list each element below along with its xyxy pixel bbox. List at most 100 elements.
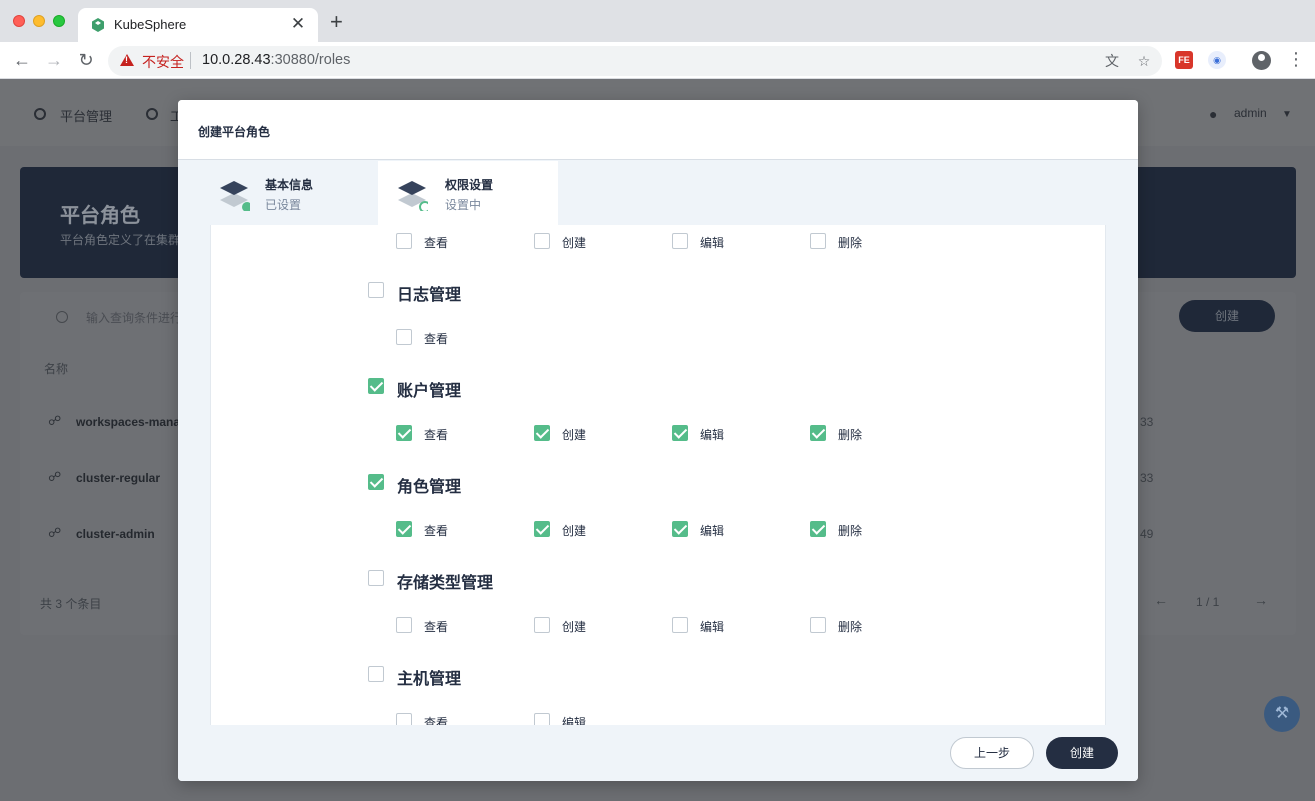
table-row: cluster-regular: [76, 471, 161, 485]
translate-icon[interactable]: 文: [1104, 53, 1120, 69]
group-checkbox-account[interactable]: [368, 378, 384, 394]
modal-footer: 上一步 创建: [178, 725, 1138, 781]
perm-checkbox[interactable]: [672, 425, 688, 441]
minimize-window-button[interactable]: [33, 15, 45, 27]
group-title-host: 主机管理: [397, 671, 462, 688]
url-separator: [190, 52, 191, 69]
perm-checkbox[interactable]: [810, 425, 826, 441]
column-name: 名称: [44, 362, 69, 376]
row-time: 33: [1140, 415, 1154, 429]
total-count: 共 3 个条目: [40, 597, 102, 611]
perm-checkbox[interactable]: [396, 425, 412, 441]
background-create-button: 创建: [1179, 300, 1275, 332]
page-indicator: 1 / 1: [1196, 595, 1220, 609]
perm-label: 查看: [424, 236, 449, 250]
browser-menu-icon[interactable]: ⋮: [1287, 49, 1305, 69]
profile-avatar-icon[interactable]: [1252, 51, 1271, 70]
prev-page-icon: ←: [1154, 592, 1168, 608]
url-text: 10.0.28.43:30880/roles: [202, 52, 350, 68]
row-time: 33: [1140, 471, 1154, 485]
perm-checkbox[interactable]: [534, 521, 550, 537]
back-arrow-icon[interactable]: ←: [12, 51, 32, 71]
step-status: 已设置: [265, 198, 302, 212]
toolbox-hammer-icon: ⚒: [1264, 696, 1300, 732]
perm-label: 查看: [424, 620, 449, 634]
perm-checkbox[interactable]: [534, 425, 550, 441]
address-bar[interactable]: 不安全 10.0.28.43:30880/roles 文 ☆: [108, 46, 1162, 76]
step-basic-info[interactable]: 基本信息 已设置: [178, 161, 358, 225]
perm-label: 查看: [424, 332, 449, 346]
reload-icon[interactable]: ↻: [76, 51, 96, 71]
banner-title: 平台角色: [60, 205, 140, 227]
perm-checkbox[interactable]: [396, 617, 412, 633]
step-title: 基本信息: [265, 178, 314, 192]
close-window-button[interactable]: [13, 15, 25, 27]
user-dropdown-icon: ▼: [1282, 109, 1292, 120]
role-icon: ☍: [48, 469, 62, 484]
role-icon: ☍: [48, 413, 62, 428]
perm-label: 查看: [424, 716, 449, 725]
perm-label: 编辑: [700, 428, 725, 442]
perm-checkbox[interactable]: [672, 521, 688, 537]
perm-label: 创建: [562, 428, 587, 442]
insecure-label: 不安全: [142, 54, 184, 70]
perm-checkbox[interactable]: [810, 233, 826, 249]
perm-label: 编辑: [700, 236, 725, 250]
group-title-storage-class: 存储类型管理: [397, 575, 494, 592]
step-title: 权限设置: [445, 178, 494, 192]
group-checkbox-storage-class[interactable]: [368, 570, 384, 586]
user-icon: ●: [1209, 106, 1218, 122]
browser-tab[interactable]: KubeSphere ✕: [78, 8, 318, 42]
browser-tab-bar: KubeSphere ✕ +: [0, 0, 1315, 42]
search-icon: [56, 311, 68, 323]
table-row: workspaces-manag: [76, 415, 188, 429]
forward-arrow-icon[interactable]: →: [44, 51, 64, 71]
next-page-icon: →: [1254, 592, 1268, 608]
new-tab-icon[interactable]: +: [330, 11, 343, 33]
perm-label: 删除: [838, 236, 863, 250]
perm-checkbox[interactable]: [396, 713, 412, 725]
perm-label: 查看: [424, 428, 449, 442]
perm-checkbox[interactable]: [396, 329, 412, 345]
perm-checkbox[interactable]: [810, 521, 826, 537]
table-row: cluster-admin: [76, 527, 155, 541]
row-time: 49: [1140, 527, 1154, 541]
compass-extension-icon[interactable]: ◉: [1208, 51, 1226, 69]
step-status: 设置中: [445, 198, 482, 212]
perm-checkbox[interactable]: [396, 521, 412, 537]
perm-label: 编辑: [562, 716, 587, 725]
kubesphere-favicon-icon: [92, 18, 104, 32]
perm-checkbox[interactable]: [534, 713, 550, 725]
perm-label: 创建: [562, 524, 587, 538]
fe-extension-icon[interactable]: FE: [1175, 51, 1193, 69]
user-name: admin: [1234, 106, 1267, 120]
perm-label: 查看: [424, 524, 449, 538]
perm-label: 创建: [562, 620, 587, 634]
create-button[interactable]: 创建: [1046, 737, 1118, 769]
maximize-window-button[interactable]: [53, 15, 65, 27]
perm-checkbox[interactable]: [672, 617, 688, 633]
previous-step-button[interactable]: 上一步: [950, 737, 1034, 769]
step-permissions[interactable]: 权限设置 设置中: [378, 161, 558, 225]
wizard-steps: 基本信息 已设置 权限设置 设置中: [178, 161, 1138, 225]
group-checkbox-host[interactable]: [368, 666, 384, 682]
group-checkbox-role[interactable]: [368, 474, 384, 490]
nav-workbench-icon: [146, 108, 158, 120]
step-basic-info-icon: [220, 181, 250, 211]
perm-label: 创建: [562, 236, 587, 250]
modal-title: 创建平台角色: [198, 125, 271, 139]
perm-checkbox[interactable]: [810, 617, 826, 633]
nav-platform-management: 平台管理: [60, 109, 113, 124]
step-permissions-icon: [398, 181, 428, 211]
perm-label: 删除: [838, 620, 863, 634]
perm-checkbox[interactable]: [396, 233, 412, 249]
perm-checkbox[interactable]: [534, 233, 550, 249]
perm-checkbox[interactable]: [534, 617, 550, 633]
group-checkbox-log[interactable]: [368, 282, 384, 298]
tab-close-icon[interactable]: ✕: [288, 14, 308, 34]
role-icon: ☍: [48, 525, 62, 540]
perm-checkbox[interactable]: [672, 233, 688, 249]
bookmark-star-icon[interactable]: ☆: [1136, 53, 1152, 69]
group-title-role: 角色管理: [397, 479, 462, 496]
group-title-account: 账户管理: [397, 383, 462, 400]
